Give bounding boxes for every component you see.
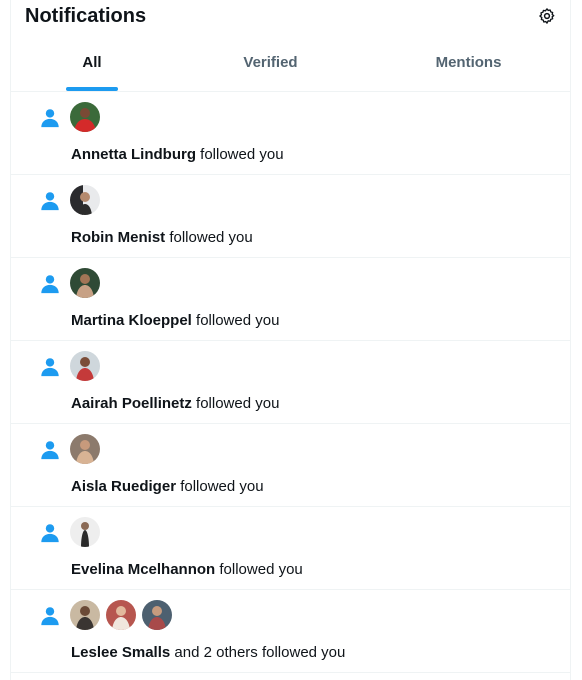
tab-all-label: All <box>82 54 102 71</box>
notification-action: and 2 others followed you <box>170 644 346 661</box>
avatar[interactable] <box>142 600 172 630</box>
notification-text: Annetta Lindburg followed you <box>71 146 284 163</box>
notification-item[interactable]: Aairah Poellinetz followed you <box>11 341 570 424</box>
notification-item[interactable]: Leslee Smalls and 2 others followed you <box>11 590 570 673</box>
user-name[interactable]: Evelina Mcelhannon <box>71 561 215 578</box>
notification-text: Aisla Ruediger followed you <box>71 478 264 495</box>
avatar-group <box>70 185 100 215</box>
avatar[interactable] <box>70 517 100 547</box>
notification-item[interactable]: Robin Menist followed you <box>11 175 570 258</box>
notification-text: Martina Kloeppel followed you <box>71 312 279 329</box>
notification-item[interactable]: Annetta Lindburg followed you <box>11 92 570 175</box>
avatar[interactable] <box>70 185 100 215</box>
tab-bar: All Verified Mentions <box>11 34 570 92</box>
avatar[interactable] <box>70 600 100 630</box>
notification-item[interactable]: Martina Kloeppel followed you <box>11 258 570 341</box>
person-icon <box>41 192 59 211</box>
tab-mentions[interactable]: Mentions <box>371 34 566 91</box>
avatar-group <box>70 434 100 464</box>
notification-list: Annetta Lindburg followed you Robin Meni… <box>11 92 570 673</box>
notification-action: followed you <box>195 146 284 163</box>
notification-text: Aairah Poellinetz followed you <box>71 395 279 412</box>
notification-item[interactable]: Evelina Mcelhannon followed you <box>11 507 570 590</box>
tab-all[interactable]: All <box>11 34 173 91</box>
notification-action: followed you <box>176 478 264 495</box>
person-icon <box>41 524 59 543</box>
notification-text: Robin Menist followed you <box>71 229 253 246</box>
notification-action: followed you <box>215 561 303 578</box>
user-name[interactable]: Aisla Ruediger <box>71 478 176 495</box>
user-name[interactable]: Robin Menist <box>71 229 165 246</box>
user-name[interactable]: Martina Kloeppel <box>71 312 192 329</box>
notification-action: followed you <box>191 395 280 412</box>
notification-action: followed you <box>165 229 253 246</box>
avatar[interactable] <box>70 102 100 132</box>
tab-verified-label: Verified <box>243 54 298 71</box>
tab-verified[interactable]: Verified <box>198 34 343 91</box>
person-icon <box>41 275 59 294</box>
notification-action: followed you <box>191 312 280 329</box>
avatar-group <box>70 517 100 547</box>
avatar-group <box>70 102 100 132</box>
person-icon <box>41 441 59 460</box>
notifications-panel: Notifications All Verified Mentions Anne… <box>10 0 571 680</box>
person-icon <box>41 607 59 626</box>
gear-icon[interactable] <box>538 7 556 25</box>
page-title: Notifications <box>25 5 147 27</box>
avatar-group <box>70 600 172 630</box>
header: Notifications <box>11 0 570 34</box>
notification-item[interactable]: Aisla Ruediger followed you <box>11 424 570 507</box>
user-name[interactable]: Aairah Poellinetz <box>71 395 192 412</box>
person-icon <box>41 109 59 128</box>
avatar-group <box>70 268 100 298</box>
avatar[interactable] <box>70 351 100 381</box>
person-icon <box>41 358 59 377</box>
notification-text: Leslee Smalls and 2 others followed you <box>71 644 345 661</box>
tab-mentions-label: Mentions <box>435 54 502 71</box>
notification-text: Evelina Mcelhannon followed you <box>71 561 303 578</box>
avatar[interactable] <box>70 434 100 464</box>
avatar-group <box>70 351 100 381</box>
active-tab-indicator <box>66 87 118 91</box>
user-name[interactable]: Annetta Lindburg <box>71 146 196 163</box>
user-name[interactable]: Leslee Smalls <box>71 644 170 661</box>
avatar[interactable] <box>106 600 136 630</box>
avatar[interactable] <box>70 268 100 298</box>
